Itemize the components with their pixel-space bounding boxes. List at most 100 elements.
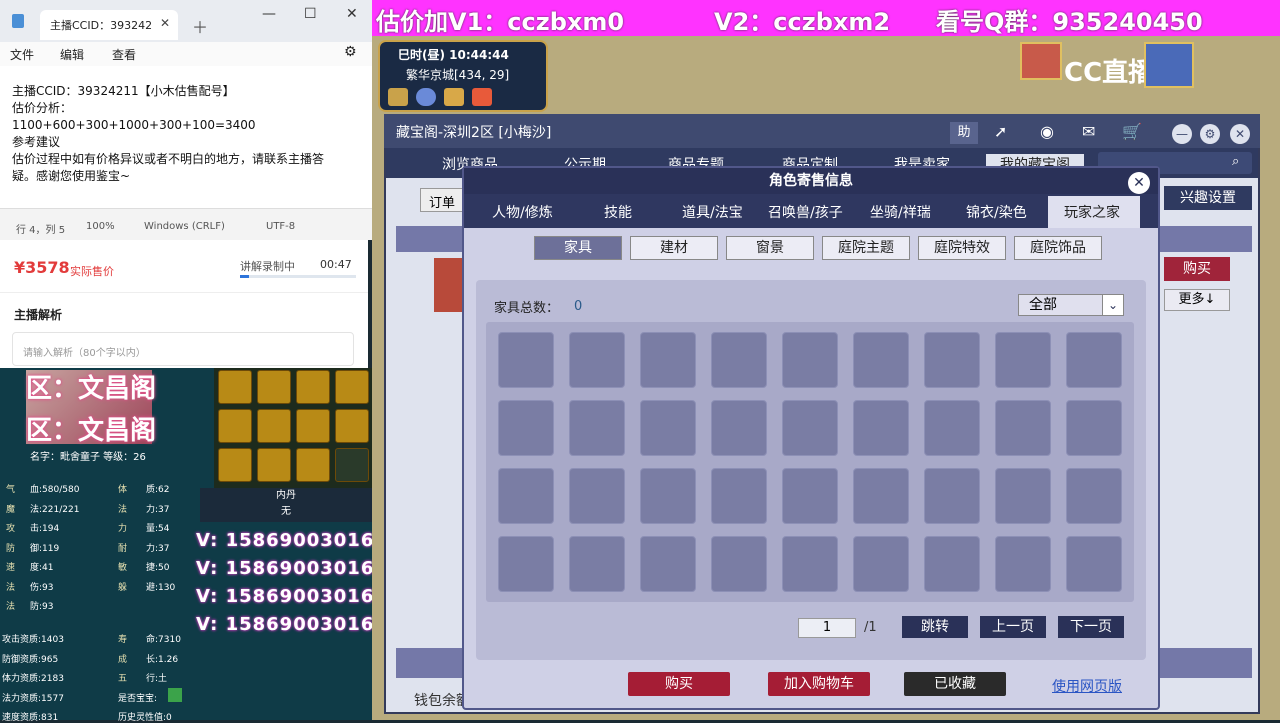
more-button[interactable]: 更多↓ [1164,289,1230,311]
skill-icon[interactable] [296,448,330,482]
buy-button-side[interactable]: 购买 [1164,257,1230,281]
furniture-slot[interactable] [569,400,625,456]
tab-mounts[interactable]: 坐骑/祥瑞 [870,202,931,222]
furniture-slot[interactable] [711,332,767,388]
furniture-slot[interactable] [924,536,980,592]
subtab-furniture[interactable]: 家具 [534,236,622,260]
tab-costumes[interactable]: 锦衣/染色 [966,202,1027,222]
share-icon[interactable]: ➚ [994,122,1007,141]
buy-button[interactable]: 购买 [628,672,730,696]
page-number-input[interactable]: 1 [798,618,856,638]
furniture-slot[interactable] [924,468,980,524]
furniture-slot[interactable] [569,468,625,524]
menu-file[interactable]: 文件 [10,46,34,63]
scroll-icon[interactable] [444,88,464,106]
order-button[interactable]: 订单 [420,188,464,212]
skill-icon[interactable] [335,448,369,482]
minimize-icon[interactable]: — [1172,124,1192,144]
furniture-slot[interactable] [711,400,767,456]
search-icon[interactable]: ⌕ [1232,154,1239,169]
add-to-cart-button[interactable]: 加入购物车 [768,672,870,696]
tab-pets[interactable]: 召唤兽/孩子 [768,202,843,222]
skill-icon[interactable] [257,448,291,482]
furniture-slot[interactable] [1066,468,1122,524]
furniture-slot[interactable] [924,400,980,456]
next-page-button[interactable]: 下一页 [1058,616,1124,638]
furniture-slot[interactable] [640,332,696,388]
calendar-icon[interactable] [472,88,492,106]
record-icon[interactable]: ◉ [1040,122,1054,141]
globe-icon[interactable] [416,88,436,106]
analysis-input[interactable]: 请输入解析（80个字以内） [12,332,354,366]
menu-view[interactable]: 查看 [112,46,136,63]
furniture-slot[interactable] [569,332,625,388]
furniture-slot[interactable] [498,468,554,524]
furniture-slot[interactable] [995,332,1051,388]
subtab-window-view[interactable]: 窗景 [726,236,814,260]
furniture-slot[interactable] [498,536,554,592]
help-button[interactable]: 助 [950,122,978,144]
furniture-slot[interactable] [782,400,838,456]
skill-icon[interactable] [296,370,330,404]
furniture-slot[interactable] [1066,536,1122,592]
prev-page-button[interactable]: 上一页 [980,616,1046,638]
close-icon[interactable]: ✕ [1230,124,1250,144]
character-thumbnail[interactable] [434,258,464,312]
furniture-slot[interactable] [498,400,554,456]
interest-settings-button[interactable]: 兴趣设置 [1164,186,1252,210]
skill-icon[interactable] [257,409,291,443]
furniture-slot[interactable] [711,536,767,592]
skill-icon[interactable] [218,409,252,443]
chat-icon[interactable]: ✉ [1082,122,1095,141]
avatar[interactable] [1144,42,1194,88]
jump-button[interactable]: 跳转 [902,616,968,638]
skill-icon[interactable] [335,370,369,404]
furniture-slot[interactable] [782,332,838,388]
furniture-slot[interactable] [1066,332,1122,388]
tab-player-home[interactable]: 玩家之家 [1064,202,1120,222]
tab-character[interactable]: 人物/修炼 [492,202,553,222]
settings-gear-icon[interactable]: ⚙ [344,44,357,60]
new-tab-icon[interactable]: ＋ [192,14,208,38]
favorited-button[interactable]: 已收藏 [904,672,1006,696]
skill-icon[interactable] [218,448,252,482]
map-icon[interactable] [388,88,408,106]
furniture-slot[interactable] [995,400,1051,456]
subtab-yard-decor[interactable]: 庭院饰品 [1014,236,1102,260]
furniture-slot[interactable] [1066,400,1122,456]
skill-icon[interactable] [257,370,291,404]
chevron-down-icon[interactable]: ⌄ [1102,294,1124,316]
furniture-slot[interactable] [853,468,909,524]
furniture-slot[interactable] [782,536,838,592]
subtab-materials[interactable]: 建材 [630,236,718,260]
furniture-slot[interactable] [782,468,838,524]
notepad-tab[interactable]: 主播CCID：393242 ✕ [40,10,178,40]
skill-icon[interactable] [296,409,330,443]
close-icon[interactable]: ✕ [1128,172,1150,194]
furniture-slot[interactable] [853,400,909,456]
close-tab-icon[interactable]: ✕ [160,16,170,30]
subtab-yard-effect[interactable]: 庭院特效 [918,236,1006,260]
subtab-yard-theme[interactable]: 庭院主题 [822,236,910,260]
furniture-slot[interactable] [498,332,554,388]
notepad-text-area[interactable]: 主播CCID：39324211【小木估售配号】 估价分析： 1100+600+3… [0,66,372,208]
furniture-slot[interactable] [853,332,909,388]
tab-items[interactable]: 道具/法宝 [682,202,743,222]
skill-icon[interactable] [218,370,252,404]
furniture-slot[interactable] [853,536,909,592]
furniture-slot[interactable] [640,468,696,524]
maximize-icon[interactable]: ☐ [304,6,317,22]
skill-icon[interactable] [335,409,369,443]
settings-icon[interactable]: ⚙ [1200,124,1220,144]
furniture-slot[interactable] [640,400,696,456]
tab-skills[interactable]: 技能 [604,202,632,222]
furniture-slot[interactable] [569,536,625,592]
furniture-slot[interactable] [640,536,696,592]
furniture-slot[interactable] [924,332,980,388]
avatar[interactable] [1020,42,1062,80]
cart-icon[interactable]: 🛒 [1122,122,1142,141]
furniture-slot[interactable] [995,468,1051,524]
web-version-link[interactable]: 使用网页版 [1052,676,1122,696]
close-window-icon[interactable]: ✕ [346,6,358,22]
menu-edit[interactable]: 编辑 [60,46,84,63]
